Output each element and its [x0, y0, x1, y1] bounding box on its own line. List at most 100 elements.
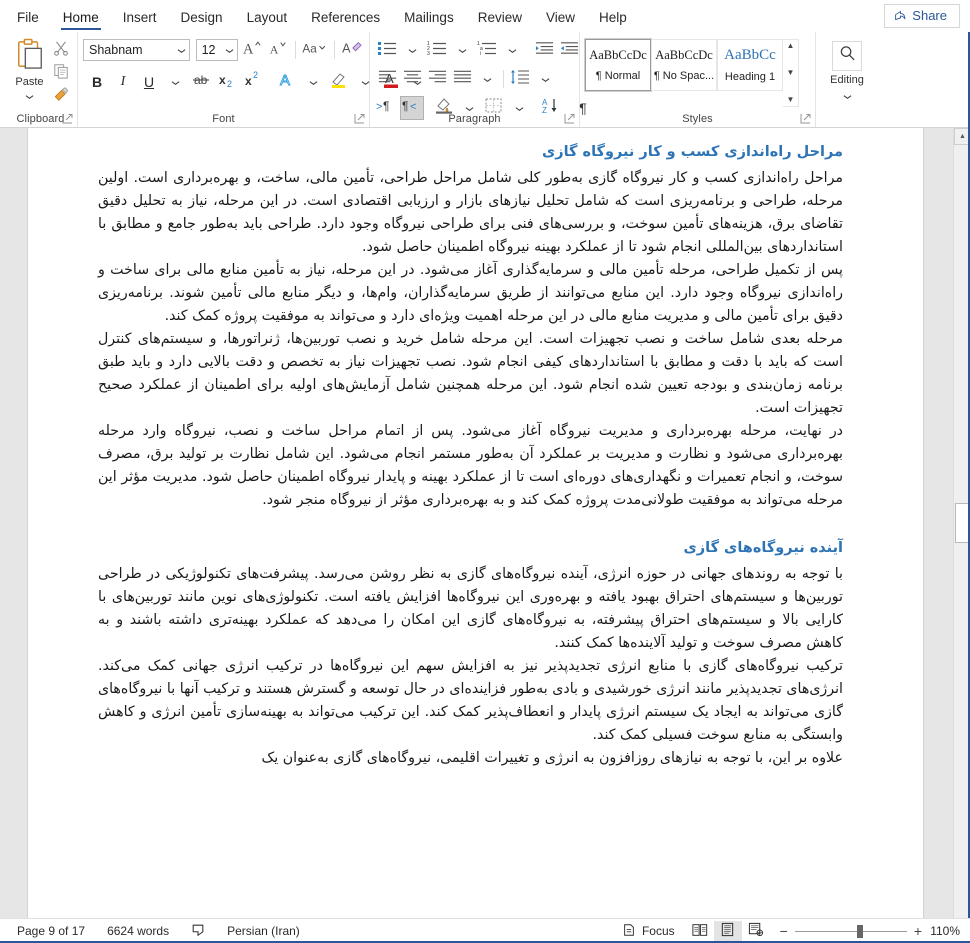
- tab-insert[interactable]: Insert: [112, 6, 168, 32]
- copy-button[interactable]: [50, 63, 72, 83]
- justify-icon: [453, 69, 472, 89]
- style-item-heading-1[interactable]: AaBbCc Heading 1: [717, 39, 783, 91]
- decrease-indent-button[interactable]: [532, 38, 556, 62]
- superscript-button[interactable]: x2: [241, 70, 265, 94]
- italic-button[interactable]: I: [111, 70, 135, 94]
- style-item-normal[interactable]: AaBbCcDc ¶ Normal: [584, 38, 652, 92]
- page-indicator-label: Page 9 of 17: [17, 924, 86, 938]
- style-item-no-spacing[interactable]: AaBbCcDc ¶ No Spac...: [651, 39, 717, 91]
- chevron-down-icon[interactable]: [225, 43, 234, 57]
- tab-layout[interactable]: Layout: [236, 6, 299, 32]
- align-right-button[interactable]: [425, 67, 449, 91]
- read-mode-view-button[interactable]: [686, 921, 714, 942]
- document-paragraph: ترکیب نیروگاه‌های گازی با منابع انرژی تج…: [98, 657, 843, 743]
- subscript-button[interactable]: x2: [215, 70, 239, 94]
- styles-gallery-scroll[interactable]: ▲ ▼ ▼: [783, 39, 799, 107]
- document-canvas: مراحل راه‌اندازی کسب و کار نیروگاه گازی …: [0, 128, 970, 943]
- align-left-button[interactable]: [375, 67, 399, 91]
- justify-dropdown[interactable]: [475, 67, 499, 91]
- divider: [503, 70, 504, 88]
- scroll-up-icon[interactable]: ▲: [787, 42, 795, 50]
- zoom-out-button[interactable]: −: [780, 924, 788, 938]
- underline-button[interactable]: U: [137, 70, 161, 94]
- text-effects-button[interactable]: A: [275, 70, 299, 94]
- clipboard-dialog-launcher[interactable]: [62, 113, 73, 124]
- language-indicator[interactable]: Persian (Iran): [216, 924, 311, 938]
- bullets-dropdown[interactable]: [400, 38, 424, 62]
- font-size-combobox[interactable]: 12: [195, 39, 239, 61]
- zoom-track-line: [794, 930, 907, 932]
- tab-mailings[interactable]: Mailings: [393, 6, 465, 32]
- underline-dropdown[interactable]: [163, 70, 187, 94]
- zoom-track[interactable]: [794, 924, 907, 938]
- document-body[interactable]: مراحل راه‌اندازی کسب و کار نیروگاه گازی …: [28, 128, 923, 770]
- scroll-down-icon[interactable]: ▼: [787, 69, 795, 77]
- find-icon-box[interactable]: [832, 41, 862, 71]
- increase-indent-icon: [560, 40, 579, 61]
- chevron-down-icon[interactable]: [843, 87, 852, 105]
- print-layout-view-button[interactable]: [713, 920, 742, 942]
- increase-indent-button[interactable]: [557, 38, 581, 62]
- focus-mode-button[interactable]: Focus: [611, 923, 686, 940]
- bullets-icon: [377, 40, 397, 61]
- strikethrough-button[interactable]: ab: [189, 70, 213, 94]
- line-spacing-dropdown[interactable]: [533, 67, 557, 91]
- svg-text:i: i: [480, 51, 481, 56]
- svg-text:Aa: Aa: [303, 42, 318, 55]
- tab-review[interactable]: Review: [467, 6, 533, 32]
- grow-font-button[interactable]: A: [240, 38, 264, 62]
- text-highlight-button[interactable]: [327, 70, 351, 94]
- word-count[interactable]: 6624 words: [96, 924, 180, 938]
- ribbon-group-styles: AaBbCcDc ¶ Normal AaBbCcDc ¶ No Spac... …: [580, 32, 816, 127]
- chevron-down-icon: [408, 41, 417, 59]
- proofing-status[interactable]: [180, 923, 216, 940]
- style-label: Heading 1: [724, 71, 776, 83]
- more-styles-icon[interactable]: ▼: [787, 96, 795, 104]
- search-icon: [839, 45, 856, 67]
- clear-formatting-button[interactable]: A: [340, 38, 364, 62]
- tab-references[interactable]: References: [300, 6, 391, 32]
- decrease-indent-icon: [535, 40, 554, 61]
- style-preview: AaBbCc: [724, 47, 776, 63]
- zoom-slider-handle[interactable]: [856, 924, 863, 938]
- format-painter-button[interactable]: [50, 86, 72, 106]
- zoom-in-button[interactable]: +: [914, 924, 922, 938]
- text-effects-dropdown[interactable]: [301, 70, 325, 94]
- cut-button[interactable]: [50, 40, 72, 60]
- tab-file[interactable]: File: [6, 6, 50, 32]
- font-size-value: 12: [201, 43, 216, 57]
- numbering-button[interactable]: 123: [425, 38, 449, 62]
- editing-button[interactable]: Editing: [821, 35, 873, 107]
- change-case-button[interactable]: Aa: [301, 38, 329, 62]
- tab-design[interactable]: Design: [170, 6, 234, 32]
- justify-button[interactable]: [450, 67, 474, 91]
- shrink-font-button[interactable]: A: [266, 38, 290, 62]
- zoom-level-label[interactable]: 110%: [928, 924, 964, 938]
- chevron-down-icon[interactable]: [25, 87, 34, 105]
- bullets-button[interactable]: [375, 38, 399, 62]
- tab-view[interactable]: View: [535, 6, 586, 32]
- web-layout-view-button[interactable]: [742, 921, 770, 942]
- multilevel-list-button[interactable]: 1ai: [475, 38, 499, 62]
- paste-button[interactable]: Paste: [9, 35, 50, 107]
- chevron-down-icon: [483, 70, 492, 88]
- editing-label: Editing: [830, 74, 864, 86]
- font-name-combobox[interactable]: Shabnam: [83, 39, 190, 61]
- multilevel-list-dropdown[interactable]: [500, 38, 524, 62]
- styles-dialog-launcher[interactable]: [800, 113, 811, 124]
- tab-home[interactable]: Home: [52, 6, 110, 32]
- chevron-down-icon[interactable]: [177, 43, 186, 57]
- align-center-button[interactable]: [400, 67, 424, 91]
- paragraph-dialog-launcher[interactable]: [564, 113, 575, 124]
- page-indicator[interactable]: Page 9 of 17: [6, 924, 96, 938]
- font-dialog-launcher[interactable]: [354, 113, 365, 124]
- svg-text:A: A: [243, 41, 254, 57]
- line-spacing-button[interactable]: [508, 67, 532, 91]
- svg-text:x: x: [245, 74, 252, 88]
- document-page[interactable]: مراحل راه‌اندازی کسب و کار نیروگاه گازی …: [27, 128, 924, 943]
- zoom-slider[interactable]: − +: [770, 924, 928, 938]
- tab-help[interactable]: Help: [588, 6, 638, 32]
- numbering-dropdown[interactable]: [450, 38, 474, 62]
- bold-button[interactable]: B: [85, 70, 109, 94]
- share-button[interactable]: Share: [884, 4, 960, 28]
